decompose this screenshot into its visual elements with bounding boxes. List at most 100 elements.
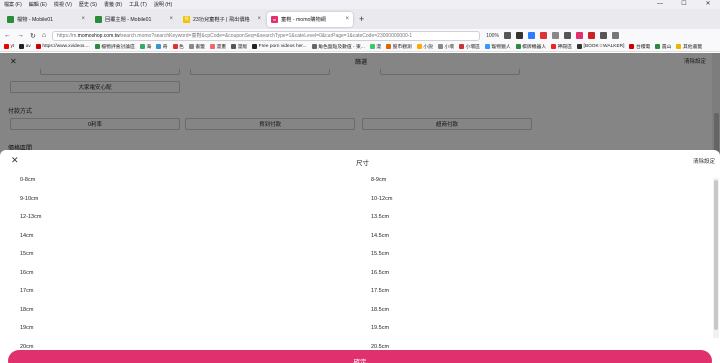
- bookmark-label: Free porn videos her...: [258, 44, 307, 49]
- bookmark-item[interactable]: [BOOK☆WALKER]: [577, 44, 624, 49]
- close-icon[interactable]: ✕: [11, 155, 19, 166]
- size-option[interactable]: 18.5cm: [371, 307, 389, 313]
- size-option[interactable]: 16cm: [20, 270, 33, 276]
- bookmark-item[interactable]: 檔物評會討論區: [94, 43, 135, 50]
- minimize-button[interactable]: —: [648, 0, 672, 9]
- size-option[interactable]: 12-13cm: [20, 214, 41, 220]
- size-option[interactable]: 15.5cm: [371, 251, 389, 257]
- size-option[interactable]: 10-12cm: [371, 196, 392, 202]
- size-option[interactable]: 17cm: [20, 288, 33, 294]
- bookmark-item[interactable]: 農山: [655, 43, 671, 50]
- bookmark-item[interactable]: 其他書籤: [676, 43, 702, 50]
- bookmark-item[interactable]: 色: [172, 43, 184, 50]
- size-option[interactable]: 19cm: [20, 325, 33, 331]
- bookmark-item[interactable]: 漫: [369, 43, 381, 50]
- bookmark-label: 書籤: [195, 45, 205, 50]
- bookmark-label: 小說: [423, 45, 433, 50]
- extension-icon[interactable]: [503, 32, 511, 39]
- extension-icon[interactable]: [587, 32, 595, 39]
- bookmark-label: 神殿區: [557, 45, 573, 50]
- extension-icon[interactable]: [563, 32, 571, 39]
- size-option[interactable]: 14cm: [20, 233, 33, 239]
- bookmark-label: 色: [179, 45, 184, 50]
- bookmark-item[interactable]: 神殿區: [551, 43, 572, 50]
- bookmark-item[interactable]: 小說: [416, 43, 433, 50]
- extension-icon[interactable]: [527, 32, 535, 39]
- bookmark-icon: [577, 44, 583, 49]
- home-icon[interactable]: ⌂: [42, 32, 46, 39]
- size-option[interactable]: 18cm: [20, 307, 33, 313]
- extension-icon[interactable]: [551, 32, 559, 39]
- bookmark-item[interactable]: 股市觀測: [386, 43, 412, 50]
- extension-icon[interactable]: [539, 32, 547, 39]
- extension-icon[interactable]: [611, 32, 619, 39]
- bookmark-item[interactable]: 奇: [156, 43, 168, 50]
- tab-close-icon[interactable]: ×: [169, 16, 173, 22]
- bookmark-icon: [172, 44, 178, 49]
- extension-toolbar: [499, 32, 619, 39]
- bookmark-item[interactable]: 小壞區: [459, 43, 480, 50]
- bookmark-item[interactable]: av: [19, 44, 31, 49]
- bookmark-item[interactable]: 漫畫: [209, 43, 227, 50]
- bookmark-icon: [459, 44, 465, 49]
- size-option[interactable]: 15cm: [20, 251, 33, 257]
- bookmark-label: 農山: [661, 45, 672, 50]
- bookmark-item[interactable]: Free porn videos her...: [252, 44, 307, 49]
- browser-tab[interactable]: 飛 23功兒童鞋子 | 飛出價格 ×: [179, 12, 265, 27]
- tab-favicon-icon: m: [271, 15, 278, 23]
- size-option[interactable]: 16.5cm: [371, 270, 389, 276]
- browser-tab[interactable]: 回覆主題 - Mobile01 ×: [91, 12, 177, 27]
- tab-title: 童鞋 - momo購物網: [281, 16, 326, 23]
- confirm-button[interactable]: 確定: [8, 350, 712, 363]
- bookmark-item[interactable]: https://www.xvideos....: [35, 44, 90, 49]
- bookmark-item[interactable]: 小壞: [437, 43, 455, 50]
- menu-item[interactable]: 檢視 (V): [54, 1, 72, 8]
- bookmark-item[interactable]: 書籤: [188, 43, 205, 50]
- bookmark-item[interactable]: 寵物獵人: [484, 43, 511, 50]
- menu-item[interactable]: 工具 (T): [129, 1, 147, 8]
- size-option[interactable]: 14.5cm: [371, 233, 389, 239]
- reload-icon[interactable]: ↻: [30, 32, 36, 40]
- tab-close-icon[interactable]: ×: [345, 16, 349, 22]
- tab-close-icon[interactable]: ×: [81, 16, 85, 22]
- bookmark-item[interactable]: 角色盤點及數值 - 東...: [311, 43, 365, 50]
- bookmark-item[interactable]: 海: [139, 43, 151, 50]
- menu-item[interactable]: 檔案 (F): [4, 1, 22, 8]
- menu-item[interactable]: 編輯 (E): [29, 1, 47, 8]
- size-option[interactable]: 19.5cm: [371, 325, 389, 331]
- bookmark-item[interactable]: 棋牌機器人: [515, 43, 546, 50]
- size-option[interactable]: 0-8cm: [20, 177, 35, 183]
- menu-item[interactable]: 書籤 (B): [104, 1, 122, 8]
- sheet-scroll-thumb[interactable]: [714, 180, 718, 330]
- size-option[interactable]: 13.5cm: [371, 214, 389, 220]
- browser-tab[interactable]: 檔物 - Mobile01 ×: [3, 12, 89, 27]
- close-window-button[interactable]: ✕: [696, 0, 720, 9]
- menu-item[interactable]: 說明 (H): [154, 1, 172, 8]
- forward-icon[interactable]: →: [17, 32, 24, 39]
- bookmark-label: 小壞: [444, 45, 455, 50]
- extension-icon[interactable]: [599, 32, 607, 39]
- menu-item[interactable]: 歷史 (S): [79, 1, 97, 8]
- maximize-button[interactable]: ☐: [672, 0, 696, 9]
- sheet-scrollbar[interactable]: [713, 178, 719, 338]
- size-option[interactable]: 17.5cm: [371, 288, 389, 294]
- sheet-clear-button[interactable]: 清除設定: [693, 157, 715, 165]
- bookmark-item[interactable]: yt: [4, 44, 14, 49]
- size-option[interactable]: 20cm: [20, 344, 33, 350]
- extension-icon[interactable]: [575, 32, 583, 39]
- bookmark-label: 台積電: [635, 45, 651, 50]
- extension-icon[interactable]: [515, 32, 523, 39]
- browser-tab[interactable]: m 童鞋 - momo購物網 ×: [267, 11, 353, 27]
- back-icon[interactable]: ←: [4, 32, 11, 39]
- size-option[interactable]: 20.5cm: [371, 344, 389, 350]
- zoom-level[interactable]: 100%: [486, 33, 499, 39]
- bookmark-item[interactable]: 漫版: [231, 43, 247, 50]
- bookmark-item[interactable]: 台積電: [629, 43, 650, 50]
- tab-close-icon[interactable]: ×: [257, 16, 261, 22]
- tab-favicon-icon: [7, 15, 14, 23]
- new-tab-button[interactable]: +: [359, 14, 364, 24]
- size-option[interactable]: 9-10cm: [20, 196, 38, 202]
- bookmark-label: 漫畫: [216, 45, 227, 50]
- size-option[interactable]: 8-9cm: [371, 177, 386, 183]
- url-bar[interactable]: https://m. momoshop.com.tw/search.momo?se…: [52, 30, 481, 41]
